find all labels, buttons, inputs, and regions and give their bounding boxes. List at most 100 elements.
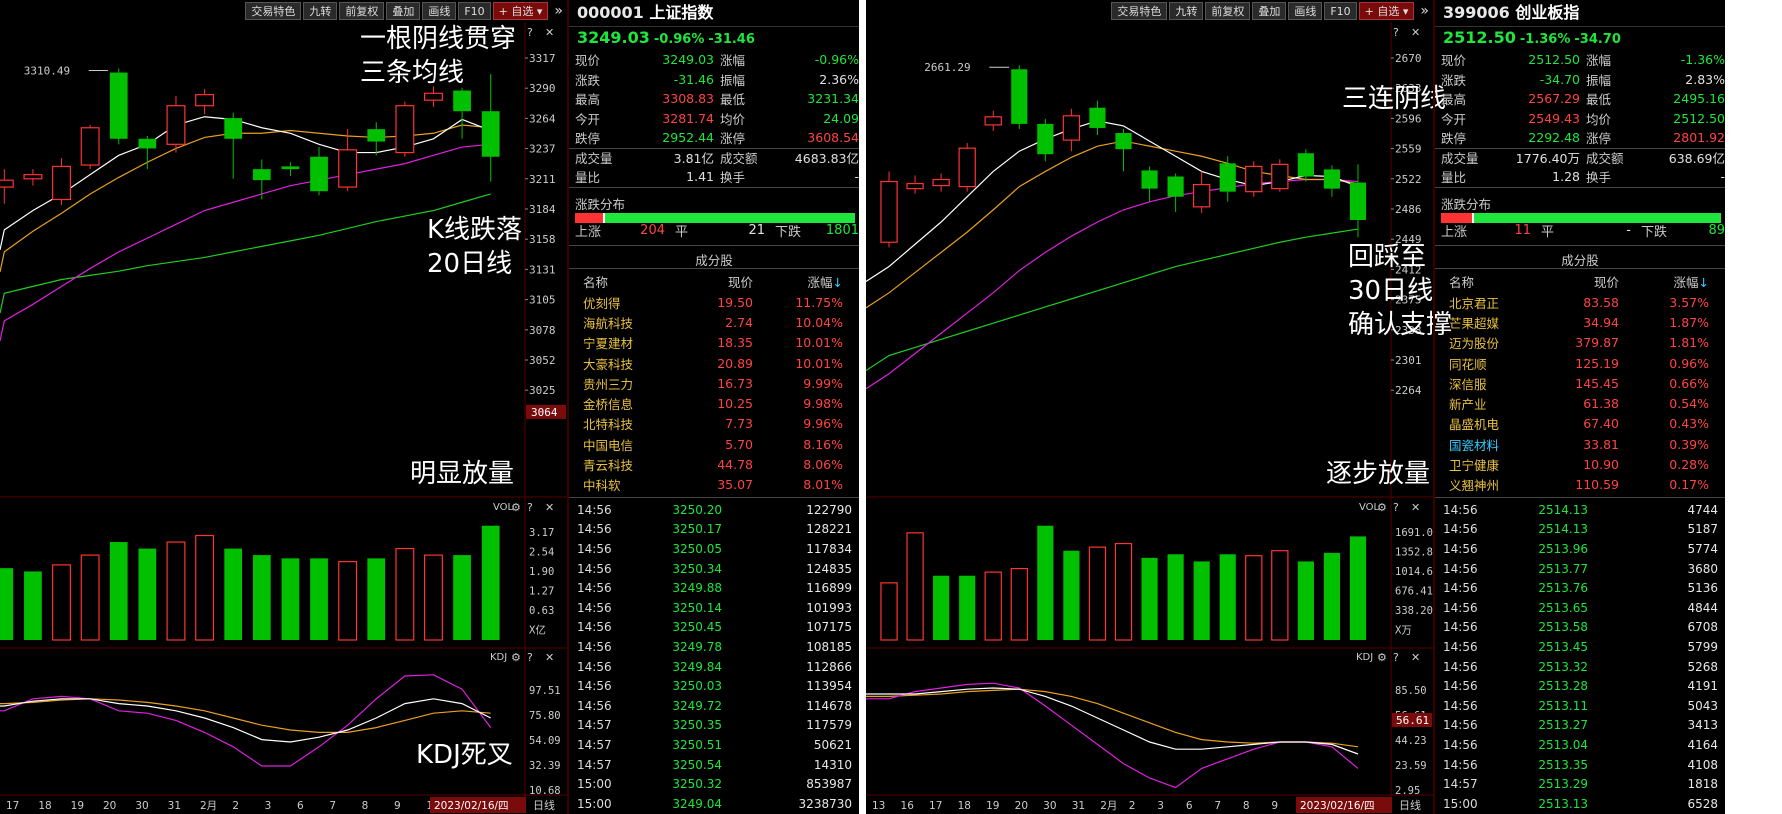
quote-label: 成交量 (575, 150, 613, 166)
tick-time: 14:56 (1443, 698, 1478, 713)
ma20-line (0, 143, 491, 341)
stock-change: 10.01% (795, 335, 843, 351)
tick-time: 14:57 (577, 737, 612, 752)
stock-name: 贵州三力 (583, 376, 634, 392)
vol-tick-label: 1.27 (529, 586, 554, 598)
stock-row[interactable]: 国瓷材料 33.81 0.39% (1435, 434, 1725, 454)
y-tick-label: 3317 (529, 52, 556, 65)
tick-price: 3250.35 (672, 718, 722, 733)
tick-volume: 114678 (806, 698, 852, 713)
stock-row[interactable]: 中国电信 5.70 8.16% (569, 434, 859, 454)
col-change[interactable]: 涨幅↓ (753, 272, 844, 291)
kdj-k-line (866, 687, 1359, 755)
stock-price: 61.38 (1583, 396, 1619, 412)
index-name: 创业板指 (1515, 3, 1580, 22)
col-name[interactable]: 名称 (1435, 272, 1549, 291)
tick-price: 3250.14 (672, 600, 722, 615)
candle-body-up (932, 178, 950, 187)
tick-row: 14:56 2514.13 5187 (1435, 520, 1725, 540)
stock-row[interactable]: 同花顺 125.19 0.96% (1435, 353, 1725, 373)
candle-body-up (195, 94, 215, 107)
quote-value: 3608.54 (807, 130, 859, 146)
candle-body-down (1167, 176, 1184, 197)
candle-body-down (481, 111, 500, 157)
tick-price: 3250.32 (672, 777, 722, 792)
tick-time: 14:56 (577, 620, 612, 635)
tick-volume: 853987 (806, 777, 852, 792)
stock-row[interactable]: 晶盛机电 67.40 0.43% (1435, 414, 1725, 434)
stock-row[interactable]: 金桥信息 10.25 9.98% (569, 393, 859, 413)
tick-time: 14:56 (1443, 522, 1478, 537)
stock-row[interactable]: 卫宁健康 10.90 0.28% (1435, 454, 1725, 474)
index-price: 2512.50 (1443, 28, 1516, 47)
index-header[interactable]: 399006 创业板指 (1435, 0, 1725, 27)
stock-name: 卫宁健康 (1449, 458, 1500, 474)
stock-row[interactable]: 大豪科技 20.89 10.01% (569, 353, 859, 373)
stock-row[interactable]: 北特科技 7.73 9.96% (569, 414, 859, 434)
tick-price: 3249.04 (672, 796, 722, 811)
y-tick-label: 2486 (1395, 203, 1422, 216)
stock-row[interactable]: 芒果超媒 34.94 1.87% (1435, 312, 1725, 332)
tick-volume: 112866 (806, 659, 852, 674)
quote-row: 现价 3249.03 涨幅 -0.96% (569, 50, 859, 70)
stock-row[interactable]: 贵州三力 16.73 9.99% (569, 373, 859, 393)
quote-value: 24.09 (823, 110, 859, 126)
col-price[interactable]: 现价 (683, 272, 753, 291)
quote-value: 2.83% (1685, 71, 1725, 87)
high-price-label: 3310.49 (24, 64, 70, 77)
tick-list: 14:56 3250.20 122790 14:56 3250.17 128221 14:5… (569, 500, 859, 814)
settings-icon: ⚙ (511, 651, 521, 664)
tick-volume: 3238730 (798, 796, 852, 811)
chart-area[interactable]: 交易特色 九转 前复权 叠加 画线 F10 + 自选 ▾» 2670 2633 2596 2559 2… (866, 0, 1452, 814)
quote-label: 最低 (1586, 92, 1612, 108)
index-price-line: 3249.03 -0.96% -31.46 (569, 27, 859, 49)
volume-bar-up (1114, 542, 1133, 641)
stock-row[interactable]: 新产业 61.38 0.54% (1435, 393, 1725, 413)
index-header[interactable]: 000001 上证指数 (569, 0, 859, 27)
volume-bar-down (367, 558, 386, 640)
y-tick-label: 3105 (529, 294, 556, 307)
quote-row: 量比 1.41 换手 - (569, 167, 859, 187)
tick-volume: 101993 (806, 600, 852, 615)
stock-row[interactable]: 宁夏建材 18.35 10.01% (569, 333, 859, 353)
quote-label: 均价 (1586, 111, 1612, 127)
candle-body-up (1245, 165, 1263, 193)
tick-volume: 6528 (1687, 796, 1718, 811)
quote-row: 现价 2512.50 涨幅 -1.36% (1435, 50, 1725, 70)
index-name: 上证指数 (649, 3, 714, 22)
stock-row[interactable]: 深信服 145.45 0.66% (1435, 373, 1725, 393)
vol-tick-label: 1352.81 (1395, 547, 1433, 559)
date-tick-label: 19 (71, 800, 84, 812)
stock-row[interactable]: 北京君正 83.58 3.57% (1435, 292, 1725, 312)
dist-flat-label: 平 (1541, 225, 1555, 241)
stock-row[interactable]: 义翘神州 110.59 0.17% (1435, 475, 1725, 495)
volume-bar-down (959, 575, 976, 640)
col-price[interactable]: 现价 (1549, 272, 1619, 291)
dist-counts: 上涨 11 平 - 下跌 89 (1435, 221, 1725, 241)
stock-row[interactable]: 优刻得 19.50 11.75% (569, 292, 859, 312)
tick-price: 3250.17 (672, 522, 722, 537)
stock-row[interactable]: 青云科技 44.78 8.06% (569, 454, 859, 474)
stock-change: 8.16% (803, 436, 843, 452)
stock-row[interactable]: 海航科技 2.74 10.04% (569, 312, 859, 332)
stock-row[interactable]: 中科软 35.07 8.01% (569, 475, 859, 495)
chart-area[interactable]: 交易特色 九转 前复权 叠加 画线 F10 + 自选 ▾» 3317 3290 3264 3237 3… (0, 0, 567, 814)
col-name[interactable]: 名称 (569, 272, 683, 291)
stock-name: 国瓷材料 (1449, 437, 1500, 453)
candle-body-up (1062, 115, 1081, 141)
tick-volume: 6708 (1687, 620, 1718, 635)
quote-label: 换手 (720, 170, 746, 186)
candle-body-down (310, 156, 328, 192)
quote-value: -0.96% (814, 52, 859, 68)
tick-time: 15:00 (1443, 796, 1478, 811)
vol-tick-label: 3.17 (529, 527, 554, 539)
candle-body-up (0, 179, 14, 188)
quote-label: 涨停 (720, 131, 746, 147)
col-change[interactable]: 涨幅↓ (1619, 272, 1710, 291)
tick-price: 2513.04 (1538, 737, 1588, 752)
stock-row[interactable]: 迈为股份 379.87 1.81% (1435, 333, 1725, 353)
tick-price: 3250.51 (672, 737, 722, 752)
tick-time: 14:56 (1443, 718, 1478, 733)
kdj-k-line (0, 698, 491, 743)
candle-body-down (367, 129, 386, 142)
